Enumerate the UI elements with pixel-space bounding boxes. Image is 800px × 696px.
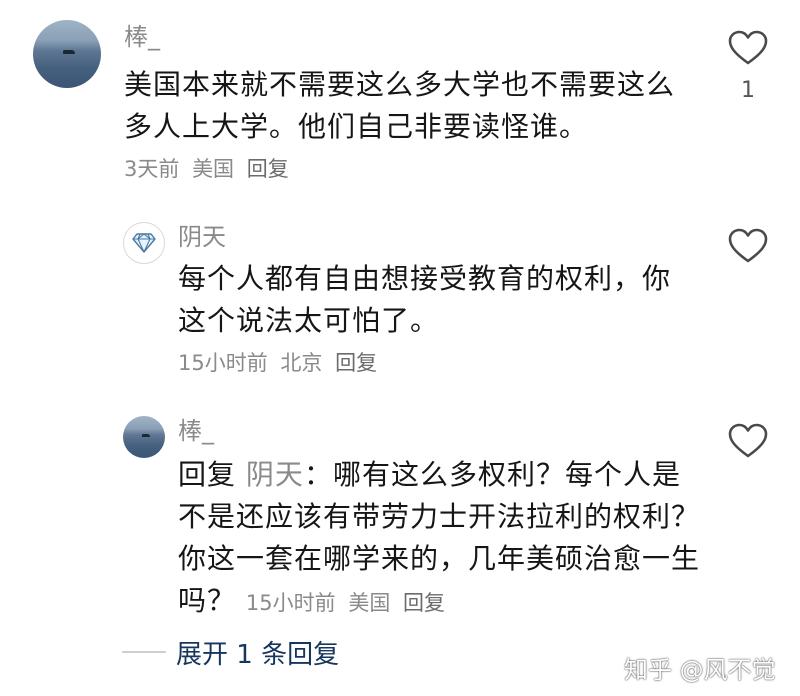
comment-time: 3天前 xyxy=(124,157,180,181)
reply-reply-button[interactable]: 回复 xyxy=(403,591,445,615)
like-button[interactable] xyxy=(728,228,768,264)
reply-to-user[interactable]: 阴天 xyxy=(246,458,304,491)
reply-avatar[interactable] xyxy=(123,416,165,458)
reply-meta: 15小时前 北京 回复 xyxy=(178,348,383,378)
diamond-icon xyxy=(132,233,156,253)
expand-replies-button[interactable]: 展开 1 条回复 xyxy=(176,634,339,671)
reply-text: 回复 阴天：哪有这么多权利？每个人是不是还应该有带劳力士开法拉利的权利？你这一套… xyxy=(178,454,703,622)
comment-text: 美国本来就不需要这么多大学也不需要这么多人上大学。他们自己非要读怪谁。 xyxy=(124,68,676,143)
like-button[interactable] xyxy=(728,30,768,66)
whale-shape xyxy=(63,50,75,54)
reply-time: 15小时前 xyxy=(245,591,336,615)
reply-author[interactable]: 阴天 xyxy=(178,222,226,252)
heart-outline-icon xyxy=(728,30,768,65)
reply-prefix: 回复 xyxy=(178,458,237,491)
heart-outline-icon xyxy=(728,228,768,263)
like-count: 1 xyxy=(741,78,755,103)
comment-location: 美国 xyxy=(192,157,235,181)
reply-location: 美国 xyxy=(348,591,391,615)
expand-divider xyxy=(122,651,166,653)
whale-shape xyxy=(142,434,150,437)
like-button[interactable] xyxy=(728,423,768,459)
reply-author[interactable]: 棒_ xyxy=(178,416,214,446)
reply-time: 15小时前 xyxy=(178,351,268,375)
comment-author[interactable]: 棒_ xyxy=(124,22,160,52)
watermark: 知乎 @风不觉 xyxy=(624,656,776,684)
heart-outline-icon xyxy=(728,423,768,458)
reply-location: 北京 xyxy=(280,351,323,375)
reply-meta: 15小时前 美国 回复 xyxy=(246,591,451,615)
reply-text: 每个人都有自由想接受教育的权利，你这个说法太可怕了。 xyxy=(178,262,672,337)
comment-avatar[interactable] xyxy=(33,20,101,88)
comment-meta: 3天前 美国 回复 xyxy=(124,154,295,184)
comment-reply-button[interactable]: 回复 xyxy=(247,157,289,181)
reply-avatar[interactable] xyxy=(123,222,165,264)
reply-reply-button[interactable]: 回复 xyxy=(335,351,377,375)
